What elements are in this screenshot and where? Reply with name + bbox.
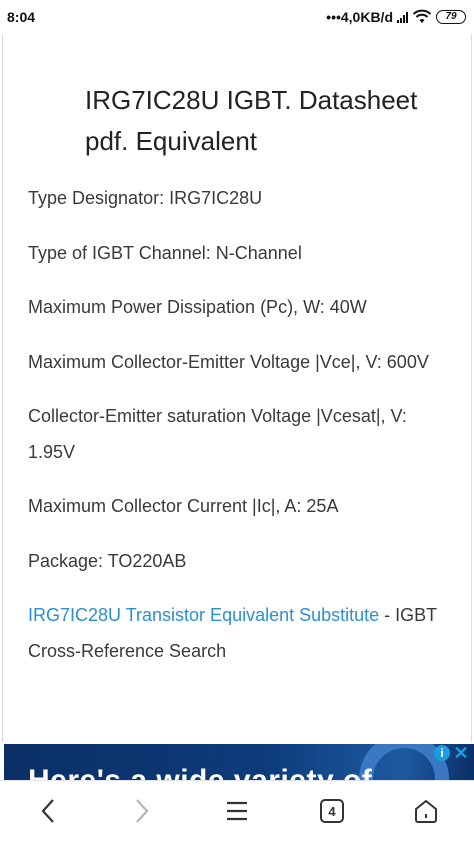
forward-button[interactable] (122, 791, 162, 831)
spec-type-designator: Type Designator: IRG7IC28U (28, 188, 263, 208)
back-arrow-icon (41, 799, 54, 823)
status-bar: 8:04 •••4,0KB/d 79 (0, 0, 474, 34)
equivalent-substitute-link[interactable]: IRG7IC28U Transistor Equivalent Substitu… (28, 605, 379, 625)
signal-icon (397, 11, 408, 23)
browser-nav-bar: 4 (0, 780, 474, 842)
ad-image[interactable]: Here's a wide variety of (4, 744, 474, 780)
tab-count: 4 (328, 804, 336, 819)
page-title: IRG7IC28U IGBT. Datasheet pdf. Equivalen… (85, 85, 418, 156)
spec-package: Package: TO220AB (28, 551, 187, 571)
status-indicators: •••4,0KB/d 79 (326, 8, 466, 26)
back-button[interactable] (28, 791, 68, 831)
spec-power-dissipation: Maximum Power Dissipation (Pc), W: 40W (28, 297, 367, 317)
menu-button[interactable] (217, 791, 257, 831)
status-time: 8:04 (7, 9, 36, 25)
close-icon[interactable]: ✕ (452, 744, 470, 762)
home-icon (415, 800, 437, 823)
wifi-icon (412, 9, 432, 23)
spec-collector-emitter-voltage: Maximum Collector-Emitter Voltage |Vce|,… (28, 352, 429, 372)
spec-collector-current: Maximum Collector Current |Ic|, A: 25A (28, 496, 339, 516)
info-icon[interactable]: i (434, 745, 450, 761)
equivalent-paragraph: IRG7IC28U Transistor Equivalent Substitu… (28, 597, 448, 669)
spec-saturation-voltage: Collector-Emitter saturation Voltage |Vc… (28, 406, 407, 462)
tabs-icon: 4 (320, 799, 344, 823)
forward-arrow-icon (136, 799, 149, 823)
ad-banner[interactable]: Here's a wide variety of i ✕ (0, 742, 474, 780)
battery-icon: 79 (436, 10, 466, 24)
network-speed: •••4,0KB/d (326, 9, 393, 25)
menu-icon (227, 801, 247, 821)
ad-text: Here's a wide variety of (28, 764, 372, 780)
spec-channel-type: Type of IGBT Channel: N-Channel (28, 243, 302, 263)
home-button[interactable] (406, 791, 446, 831)
tabs-button[interactable]: 4 (312, 791, 352, 831)
